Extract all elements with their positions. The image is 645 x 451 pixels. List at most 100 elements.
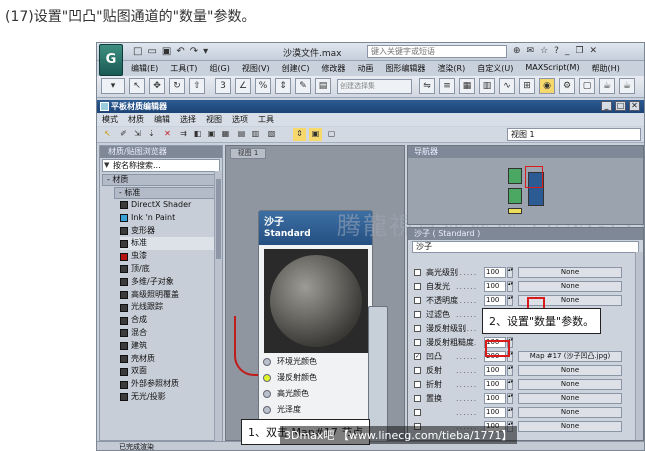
show-map-icon[interactable]: ▣ xyxy=(205,128,218,141)
edit-named-selection-icon[interactable]: ✎ xyxy=(295,78,311,94)
layout-children-icon[interactable]: ▥ xyxy=(249,128,262,141)
menu-item[interactable]: 材质 xyxy=(123,113,149,126)
slot-socket-icon[interactable] xyxy=(263,390,271,398)
schematic-view-icon[interactable]: ⊞ xyxy=(519,78,535,94)
map-node[interactable] xyxy=(368,306,388,442)
material-list-item[interactable]: 光线跟踪 xyxy=(120,301,222,314)
node-slot[interactable]: 高光颜色 xyxy=(259,387,374,401)
maximize-icon[interactable]: □ xyxy=(615,101,626,111)
selection-filter-dropdown[interactable]: ▾ xyxy=(101,78,125,94)
nav-node-thumb[interactable] xyxy=(508,208,522,214)
menu-item[interactable]: 编辑 xyxy=(149,113,175,126)
material-list-item[interactable]: 混合 xyxy=(120,327,222,340)
subcategory-standard[interactable]: - 标准 xyxy=(114,187,218,199)
scroll-thumb[interactable] xyxy=(216,179,221,259)
amount-spinner-field[interactable]: 100 xyxy=(484,365,506,376)
slot-socket-icon[interactable] xyxy=(263,406,271,414)
material-list-item[interactable]: 建筑 xyxy=(120,340,222,353)
channel-checkbox[interactable] xyxy=(414,395,421,402)
pick-material-icon[interactable]: ✐ xyxy=(117,128,130,141)
menu-item[interactable]: 自定义(U) xyxy=(471,61,519,75)
select-tool-icon[interactable]: ↖ xyxy=(101,128,114,141)
view-tab[interactable]: 视图 1 xyxy=(230,148,266,159)
material-list-item[interactable]: DirectX Shader xyxy=(120,199,222,212)
map-slot-button[interactable]: None xyxy=(518,365,622,376)
menu-item[interactable]: 编辑(E) xyxy=(125,61,164,75)
material-list-item[interactable]: 变形器 xyxy=(120,225,222,238)
communication-icon[interactable]: ✉ xyxy=(527,46,535,56)
binoculars-icon[interactable]: ⊕ xyxy=(513,46,521,56)
open-file-icon[interactable]: ▭ xyxy=(147,46,156,57)
channel-checkbox[interactable] xyxy=(414,381,421,388)
spinner-arrows-icon[interactable]: ▴▾ xyxy=(507,407,513,418)
menu-item[interactable]: MAXScript(M) xyxy=(519,61,585,75)
menu-item[interactable]: 选项 xyxy=(227,113,253,126)
menu-item[interactable]: 帮助(H) xyxy=(586,61,626,75)
menu-item[interactable]: 工具 xyxy=(253,113,279,126)
channel-checkbox[interactable] xyxy=(414,325,421,332)
slot-socket-icon[interactable] xyxy=(263,358,271,366)
channel-checkbox[interactable] xyxy=(414,297,421,304)
rotate-icon[interactable]: ↻ xyxy=(169,78,185,94)
nav-node-thumb[interactable] xyxy=(508,168,522,184)
assign-material-icon[interactable]: ⇣ xyxy=(145,128,158,141)
close-icon[interactable]: ✕ xyxy=(590,46,598,56)
help-icon[interactable]: ? xyxy=(554,46,559,56)
material-name-field[interactable]: 沙子 xyxy=(412,241,639,253)
material-list-item[interactable]: 合成 xyxy=(120,314,222,327)
map-slot-button[interactable]: None xyxy=(518,407,622,418)
parameter-scrollbar[interactable] xyxy=(635,252,643,440)
dropdown-icon[interactable]: ▾ xyxy=(203,46,208,57)
material-editor-icon[interactable]: ◉ xyxy=(539,78,555,94)
snap-toggle-icon[interactable]: ⇧ xyxy=(189,78,205,94)
spinner-snap-icon[interactable]: ⇕ xyxy=(275,78,291,94)
menu-item[interactable]: 组(G) xyxy=(203,61,235,75)
move-children-icon[interactable]: ⇉ xyxy=(177,128,190,141)
spinner-arrows-icon[interactable]: ▴▾ xyxy=(507,379,513,390)
map-slot-button[interactable]: None xyxy=(518,379,622,390)
named-selection-set-dropdown[interactable]: 创建选择集 xyxy=(337,79,412,94)
channel-checkbox[interactable] xyxy=(414,409,421,416)
category-materials[interactable]: - 材质 xyxy=(102,174,218,186)
browser-toggle-icon[interactable]: ▧ xyxy=(265,128,278,141)
menu-item[interactable]: 模式 xyxy=(97,113,123,126)
material-node[interactable]: 沙子 Standard 环境光颜色 漫反射颜色 高光颜色 光泽度 xyxy=(258,210,373,438)
app-logo[interactable]: G xyxy=(99,44,123,76)
redo-icon[interactable]: ↷ xyxy=(190,46,198,57)
spinner-arrows-icon[interactable]: ▴▾ xyxy=(507,365,513,376)
snap-3d-icon[interactable]: 3 xyxy=(215,78,231,94)
graphite-icon[interactable]: ▥ xyxy=(479,78,495,94)
view-dropdown[interactable]: 视图 1 xyxy=(507,128,641,141)
layout-icon[interactable]: ▤ xyxy=(235,128,248,141)
material-list-item[interactable]: 顶/底 xyxy=(120,263,222,276)
minimize-icon[interactable]: _ xyxy=(565,46,570,56)
move-icon[interactable]: ✥ xyxy=(149,78,165,94)
close-icon[interactable]: ✕ xyxy=(629,101,640,111)
amount-spinner-field[interactable]: 100 xyxy=(484,407,506,418)
node-slot-active[interactable]: 漫反射颜色 xyxy=(259,371,374,385)
render-setup-icon[interactable]: ⚙ xyxy=(559,78,575,94)
material-list-item[interactable]: 双面 xyxy=(120,365,222,378)
undo-icon[interactable]: ↶ xyxy=(176,46,184,57)
named-selection-icon[interactable]: ▤ xyxy=(315,78,331,94)
material-list-item[interactable]: 高级照明覆盖 xyxy=(120,289,222,302)
navigator-toggle-icon[interactable]: ▣ xyxy=(309,128,322,141)
channel-checkbox[interactable] xyxy=(414,269,421,276)
channel-checkbox[interactable] xyxy=(414,283,421,290)
search-input[interactable]: 键入关键字或短语 xyxy=(367,45,507,58)
background-icon[interactable]: ▦ xyxy=(219,128,232,141)
channel-checkbox[interactable] xyxy=(414,339,421,346)
map-slot-button[interactable]: None xyxy=(518,393,622,404)
channel-checkbox[interactable] xyxy=(414,311,421,318)
menu-item[interactable]: 动画 xyxy=(351,61,379,75)
layer-manager-icon[interactable]: ▦ xyxy=(459,78,475,94)
put-material-icon[interactable]: ⇲ xyxy=(131,128,144,141)
material-list-item[interactable]: 虫漆 xyxy=(120,250,222,263)
material-list-item[interactable]: 无光/投影 xyxy=(120,391,222,404)
amount-spinner-field[interactable]: 100 xyxy=(484,281,506,292)
align-icon[interactable]: ≡ xyxy=(439,78,455,94)
material-list-item[interactable]: 外部参照材质 xyxy=(120,378,222,391)
angle-snap-icon[interactable]: ∠ xyxy=(235,78,251,94)
map-slot-button[interactable]: None xyxy=(518,281,622,292)
channel-checkbox[interactable]: ✓ xyxy=(414,353,421,360)
